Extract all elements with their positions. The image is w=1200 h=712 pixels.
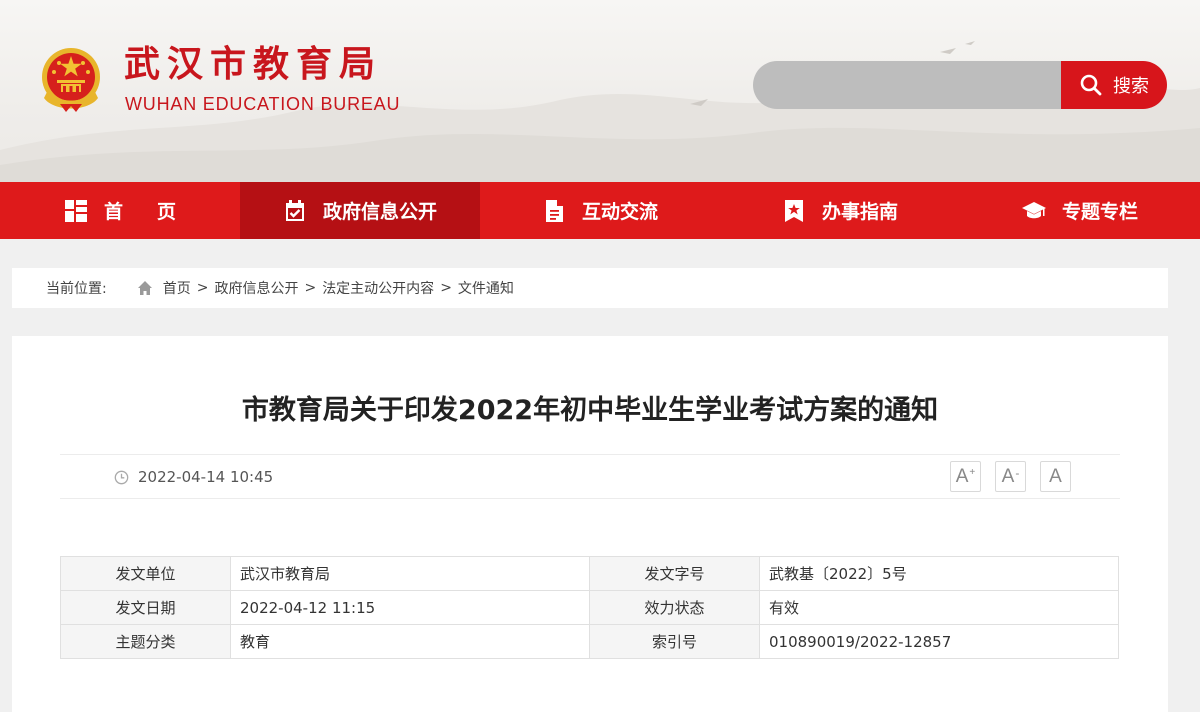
nav-item-interaction[interactable]: 互动交流 — [480, 182, 720, 239]
document-icon — [545, 199, 563, 222]
nav-item-service-guide[interactable]: 办事指南 — [720, 182, 960, 239]
search-button-label: 搜索 — [1113, 76, 1149, 97]
search-icon — [1080, 74, 1102, 96]
table-row: 发文日期 2022-04-12 11:15 效力状态 有效 — [60, 590, 1119, 625]
info-key: 发文字号 — [589, 556, 760, 591]
graduation-cap-icon — [1021, 201, 1046, 218]
article-panel: 市教育局关于印发2022年初中毕业生学业考试方案的通知 2022-04-14 1… — [12, 336, 1168, 712]
nav-item-label: 互动交流 — [581, 201, 658, 223]
breadcrumb-label: 当前位置: — [46, 281, 107, 297]
national-emblem-logo — [42, 48, 100, 112]
site-name-english: WUHAN EDUCATION BUREAU — [125, 94, 401, 114]
site-name-chinese: 武汉市教育局 — [124, 43, 383, 85]
calendar-check-icon — [285, 199, 304, 221]
breadcrumb-link-statutory-content[interactable]: 法定主动公开内容 — [322, 278, 434, 298]
info-value: 010890019/2022-12857 — [759, 624, 1119, 659]
breadcrumb: 当前位置: 首页 > 政府信息公开 > 法定主动公开内容 > 文件通知 — [12, 268, 1168, 308]
info-value: 武教基〔2022〕5号 — [759, 556, 1119, 591]
table-row: 发文单位 武汉市教育局 发文字号 武教基〔2022〕5号 — [60, 556, 1119, 591]
article-date-text: 2022-04-14 10:45 — [138, 468, 274, 486]
home-icon — [137, 281, 152, 295]
main-nav: 首页 政府信息公开 互动交流 办事指南 专题专栏 — [0, 182, 1200, 239]
info-value: 武汉市教育局 — [230, 556, 590, 591]
font-reset-button[interactable]: A — [1040, 461, 1071, 492]
table-row: 主题分类 教育 索引号 010890019/2022-12857 — [60, 624, 1119, 659]
site-header: 武汉市教育局 WUHAN EDUCATION BUREAU 搜索 — [0, 0, 1200, 182]
nav-item-label: 办事指南 — [821, 201, 898, 223]
bookmark-star-icon — [784, 199, 803, 222]
info-key: 主题分类 — [60, 624, 231, 659]
nav-item-home[interactable]: 首页 — [0, 182, 240, 239]
breadcrumb-separator: > — [440, 280, 452, 296]
info-value: 教育 — [230, 624, 590, 659]
document-info-table: 发文单位 武汉市教育局 发文字号 武教基〔2022〕5号 发文日期 2022-0… — [60, 556, 1119, 659]
breadcrumb-link-home[interactable]: 首页 — [163, 278, 191, 298]
breadcrumb-separator: > — [196, 280, 209, 296]
nav-item-label: 政府信息公开 — [322, 201, 437, 223]
nav-item-special-topics[interactable]: 专题专栏 — [960, 182, 1200, 239]
breadcrumb-link-notices[interactable]: 文件通知 — [458, 278, 514, 298]
search-input[interactable] — [753, 61, 1073, 109]
info-key: 发文单位 — [60, 556, 231, 591]
nav-item-label: 专题专栏 — [1061, 201, 1138, 223]
info-key: 发文日期 — [60, 590, 231, 625]
search-box: 搜索 — [753, 61, 1167, 109]
home-grid-icon — [64, 199, 87, 222]
info-value: 2022-04-12 11:15 — [230, 590, 590, 625]
font-decrease-button[interactable]: A- — [995, 461, 1026, 492]
nav-item-gov-info[interactable]: 政府信息公开 — [240, 182, 480, 239]
info-key: 索引号 — [589, 624, 760, 659]
article-meta-bar: 2022-04-14 10:45 A + A- A — [60, 454, 1120, 499]
info-value: 有效 — [759, 590, 1119, 625]
breadcrumb-link-gov-info[interactable]: 政府信息公开 — [214, 278, 298, 298]
clock-icon — [114, 470, 129, 484]
font-increase-button[interactable]: A + — [950, 461, 981, 492]
nav-item-label: 首页 — [103, 201, 210, 223]
article-title: 市教育局关于印发2022年初中毕业生学业考试方案的通知 — [241, 395, 939, 426]
breadcrumb-separator: > — [304, 280, 317, 296]
info-key: 效力状态 — [589, 590, 760, 625]
article-date: 2022-04-14 10:45 — [114, 455, 273, 499]
search-button[interactable]: 搜索 — [1061, 61, 1167, 109]
